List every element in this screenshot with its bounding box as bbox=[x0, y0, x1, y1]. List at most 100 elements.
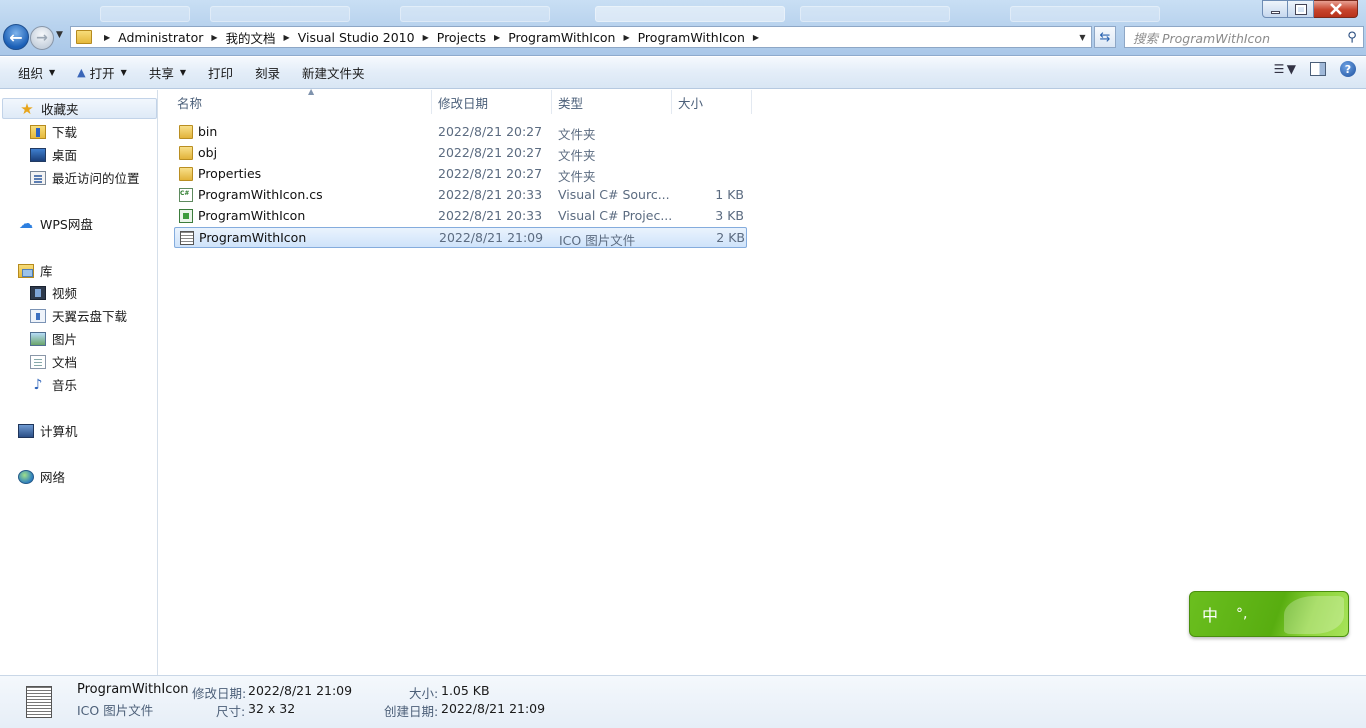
modified-date-label: 修改日期: bbox=[192, 686, 247, 701]
breadcrumb-item[interactable]: ProgramWithIcon bbox=[508, 30, 615, 45]
folder-icon bbox=[179, 125, 193, 139]
ico-file-icon bbox=[180, 231, 194, 245]
command-bar: 组织 ▼ ▲ 打开 ▼ 共享 ▼ 打印 刻录 新建文件夹 ☰ ▼ ? bbox=[0, 57, 1366, 89]
video-library-icon bbox=[30, 285, 46, 300]
nav-item-library[interactable]: 库 bbox=[0, 260, 53, 281]
chevron-right-icon[interactable]: ▶ bbox=[104, 33, 110, 42]
nav-item-label: 计算机 bbox=[40, 424, 78, 439]
column-header-name[interactable]: 名称 ▲ bbox=[171, 87, 432, 114]
nav-item-desktop[interactable]: 桌面 bbox=[0, 144, 77, 165]
file-date: 2022/8/21 21:09 bbox=[439, 230, 544, 245]
print-button[interactable]: 打印 bbox=[197, 61, 244, 85]
file-list: 名称 ▲ 修改日期 类型 大小 bin 2022/8/21 20:27 文件夹 … bbox=[159, 87, 1366, 675]
preview-pane-icon[interactable] bbox=[1310, 62, 1326, 76]
nav-item-label: 桌面 bbox=[52, 148, 78, 163]
nav-item-videos[interactable]: 视频 bbox=[0, 282, 77, 303]
nav-item-tianyi[interactable]: 天翼云盘下载 bbox=[0, 305, 127, 326]
file-type: Visual C# Projec... bbox=[558, 208, 672, 223]
file-name: obj bbox=[198, 145, 218, 160]
file-type: 文件夹 bbox=[558, 169, 596, 184]
open-label: 打开 bbox=[89, 66, 115, 81]
background-taskbar-tab bbox=[800, 6, 950, 22]
search-icon[interactable]: ⚲ bbox=[1341, 30, 1363, 45]
forward-button[interactable]: → bbox=[30, 26, 54, 50]
maximize-button[interactable] bbox=[1288, 0, 1314, 18]
folder-icon bbox=[179, 167, 193, 181]
ime-punctuation-toggle[interactable]: °, bbox=[1236, 606, 1247, 622]
nav-item-wps[interactable]: ☁ WPS网盘 bbox=[0, 213, 93, 234]
background-taskbar-tab bbox=[100, 6, 190, 22]
navigation-pane: ★ 收藏夹 下载 桌面 最近访问的位置 ☁ WPS网盘 库 视频 天翼云盘下载 图片… bbox=[0, 90, 158, 675]
ico-file-thumbnail-icon bbox=[26, 686, 52, 718]
nav-item-favorites[interactable]: ★ 收藏夹 bbox=[2, 98, 157, 119]
sort-ascending-icon: ▲ bbox=[308, 87, 315, 96]
nav-item-label: 最近访问的位置 bbox=[52, 171, 140, 186]
new-folder-button[interactable]: 新建文件夹 bbox=[291, 61, 376, 85]
column-header-type[interactable]: 类型 bbox=[552, 90, 672, 114]
breadcrumb-item[interactable]: 我的文档 bbox=[226, 28, 276, 47]
dimensions-label: 尺寸: bbox=[216, 704, 246, 719]
file-row-selected[interactable]: ProgramWithIcon 2022/8/21 21:09 ICO 图片文件… bbox=[174, 227, 747, 248]
nav-item-label: 文档 bbox=[52, 355, 78, 370]
nav-item-computer[interactable]: 计算机 bbox=[0, 420, 78, 441]
documents-library-icon bbox=[30, 354, 46, 369]
chevron-right-icon[interactable]: ▶ bbox=[211, 33, 217, 42]
chevron-right-icon[interactable]: ▶ bbox=[494, 33, 500, 42]
open-app-icon: ▲ bbox=[77, 66, 86, 79]
download-library-icon bbox=[30, 308, 46, 323]
burn-button[interactable]: 刻录 bbox=[244, 61, 291, 85]
column-header-label: 修改日期 bbox=[438, 95, 489, 111]
nav-item-recent[interactable]: 最近访问的位置 bbox=[0, 167, 140, 188]
background-taskbar-tab bbox=[1010, 6, 1160, 22]
refresh-button[interactable]: ⇆ bbox=[1094, 26, 1116, 48]
dimensions-value: 32 x 32 bbox=[248, 701, 296, 716]
file-row[interactable]: obj 2022/8/21 20:27 文件夹 bbox=[174, 143, 747, 164]
size-value: 1.05 KB bbox=[441, 683, 490, 698]
chevron-down-icon: ▼ bbox=[49, 68, 56, 77]
nav-item-pictures[interactable]: 图片 bbox=[0, 328, 77, 349]
file-type: ICO 图片文件 bbox=[559, 233, 636, 248]
share-button[interactable]: 共享 ▼ bbox=[138, 61, 197, 85]
nav-item-documents[interactable]: 文档 bbox=[0, 351, 77, 372]
cloud-icon: ☁ bbox=[19, 215, 33, 232]
library-icon bbox=[18, 263, 34, 278]
breadcrumb-item[interactable]: Projects bbox=[437, 30, 486, 45]
column-header-size[interactable]: 大小 bbox=[672, 90, 752, 114]
nav-item-downloads[interactable]: 下载 bbox=[0, 121, 77, 142]
file-row[interactable]: bin 2022/8/21 20:27 文件夹 bbox=[174, 122, 747, 143]
back-button[interactable]: ← bbox=[3, 24, 29, 50]
file-type: 文件夹 bbox=[558, 148, 596, 163]
search-box[interactable]: 搜索 ProgramWithIcon ⚲ bbox=[1124, 26, 1364, 48]
breadcrumb-item[interactable]: ProgramWithIcon bbox=[638, 30, 745, 45]
ime-mode-toggle[interactable]: 中 bbox=[1202, 602, 1218, 626]
file-row[interactable]: ProgramWithIcon.cs 2022/8/21 20:33 Visua… bbox=[174, 185, 747, 206]
search-input[interactable]: 搜索 ProgramWithIcon bbox=[1133, 28, 1341, 47]
chevron-right-icon[interactable]: ▶ bbox=[623, 33, 629, 42]
breadcrumb-item[interactable]: Administrator bbox=[118, 30, 203, 45]
close-button[interactable] bbox=[1314, 0, 1358, 18]
computer-icon bbox=[18, 423, 34, 438]
column-header-date[interactable]: 修改日期 bbox=[432, 90, 552, 114]
change-view-button[interactable]: ☰ ▼ bbox=[1274, 62, 1296, 76]
file-row[interactable]: Properties 2022/8/21 20:27 文件夹 bbox=[174, 164, 747, 185]
leaf-decoration-icon bbox=[1284, 596, 1344, 634]
breadcrumb-item[interactable]: Visual Studio 2010 bbox=[298, 30, 415, 45]
column-header-label: 类型 bbox=[558, 95, 584, 111]
chevron-right-icon[interactable]: ▶ bbox=[753, 33, 759, 42]
file-row[interactable]: ProgramWithIcon 2022/8/21 20:33 Visual C… bbox=[174, 206, 747, 227]
nav-item-label: 视频 bbox=[52, 286, 78, 301]
created-date-label: 创建日期: bbox=[384, 704, 439, 719]
recent-pages-dropdown[interactable]: ▼ bbox=[56, 30, 63, 40]
open-button[interactable]: ▲ 打开 ▼ bbox=[66, 61, 138, 85]
star-icon: ★ bbox=[20, 99, 34, 118]
minimize-button[interactable] bbox=[1262, 0, 1288, 18]
ime-toolbar[interactable]: 中 °, bbox=[1189, 591, 1349, 637]
nav-item-music[interactable]: ♪ 音乐 bbox=[0, 374, 77, 395]
help-icon[interactable]: ? bbox=[1340, 61, 1356, 77]
organize-button[interactable]: 组织 ▼ bbox=[7, 61, 66, 85]
nav-item-network[interactable]: 网络 bbox=[0, 466, 65, 487]
address-history-dropdown[interactable]: ▼ bbox=[1073, 33, 1091, 42]
chevron-right-icon[interactable]: ▶ bbox=[423, 33, 429, 42]
chevron-right-icon[interactable]: ▶ bbox=[284, 33, 290, 42]
address-bar[interactable]: ▶ Administrator ▶ 我的文档 ▶ Visual Studio 2… bbox=[70, 26, 1092, 48]
